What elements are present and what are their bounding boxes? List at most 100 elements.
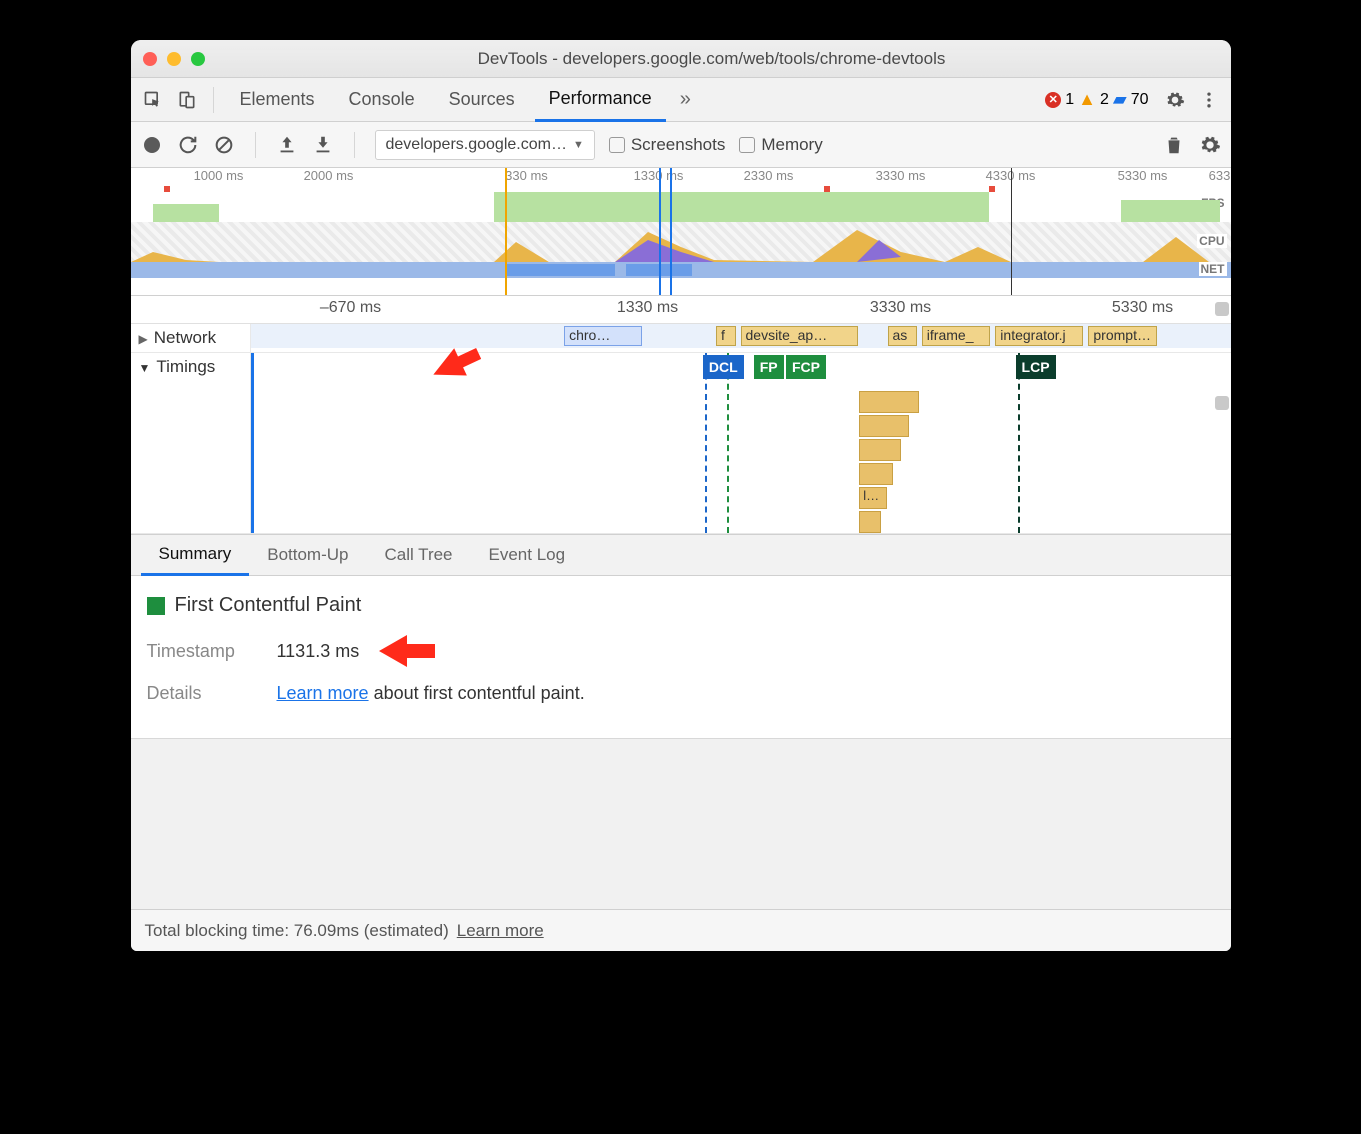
reload-button[interactable] [177,134,199,156]
timing-marker-lcp[interactable]: LCP [1016,355,1056,379]
fps-lane: FPS [131,186,1231,222]
expand-toggle-icon[interactable]: ▶ [139,332,148,346]
scrollbar-thumb[interactable] [1215,302,1229,316]
memory-checkbox[interactable]: Memory [739,135,822,155]
flame-tick: 1330 ms [617,299,678,317]
timings-lane[interactable]: l… DCL FPFCP LCP [251,353,1231,533]
network-row-header[interactable]: ▶ Network [131,324,251,352]
empty-area [131,739,1231,909]
tabs-overflow-button[interactable]: » [672,78,699,122]
zoom-window-button[interactable] [191,52,205,66]
inspect-element-icon[interactable] [139,86,167,114]
flame-tick: 5330 ms [1112,299,1173,317]
warning-icon: ▲ [1078,89,1096,110]
network-request-block[interactable]: f [716,326,736,346]
flame-ruler: –670 ms 1330 ms 3330 ms 5330 ms [131,296,1231,324]
minimize-window-button[interactable] [167,52,181,66]
overview-tick: 633 [1209,168,1231,183]
titlebar: DevTools - developers.google.com/web/too… [131,40,1231,78]
timing-marker-fcp[interactable]: FCP [786,355,826,379]
long-task-block[interactable]: l… [859,487,887,509]
load-profile-icon[interactable] [276,134,298,156]
timestamp-value: 1131.3 ms [277,641,360,662]
performance-toolbar: developers.google.com… ▼ Screenshots Mem… [131,122,1231,168]
footer-learn-more-link[interactable]: Learn more [457,921,544,941]
scrollbar-thumb[interactable] [1215,396,1229,410]
network-row-label: Network [154,328,216,348]
overview-tick: 1000 ms [194,168,244,183]
traffic-lights [143,52,205,66]
tab-bottom-up[interactable]: Bottom-Up [249,534,366,576]
tab-summary[interactable]: Summary [141,534,250,576]
network-request-block[interactable]: prompt … [1088,326,1157,346]
error-icon: ✕ [1045,92,1061,108]
network-request-block[interactable]: as [888,326,917,346]
separator [354,132,355,158]
message-count: 70 [1131,91,1149,109]
overview-tick: 2000 ms [304,168,354,183]
timings-row: ▼ Timings l… DCL FPFCP LCP [131,353,1231,534]
overview-tick: 330 ms [505,168,548,183]
flame-tick: –670 ms [320,299,381,317]
annotation-arrow-icon [431,344,481,384]
tab-event-log[interactable]: Event Log [471,534,584,576]
network-request-block[interactable]: iframe_ [922,326,991,346]
network-request-block[interactable]: devsite_ap… [741,326,859,346]
device-toolbar-icon[interactable] [173,86,201,114]
recording-selector-label: developers.google.com… [386,136,567,154]
timings-row-header[interactable]: ▼ Timings [131,353,251,533]
overview-tick: 2330 ms [744,168,794,183]
overview-ruler: 1000 ms2000 ms330 ms1330 ms2330 ms3330 m… [131,168,1231,186]
event-color-swatch [147,597,165,615]
network-row: ▶ Network chro… fdevsite_ap… asiframe_inte… [131,324,1231,353]
save-profile-icon[interactable] [312,134,334,156]
timestamp-label: Timestamp [147,641,257,662]
devtools-window: DevTools - developers.google.com/web/too… [131,40,1231,951]
net-label: NET [1199,262,1227,276]
collect-garbage-icon[interactable] [1163,134,1185,156]
summary-panel: First Contentful Paint Timestamp 1131.3 … [131,576,1231,739]
overview-tick: 5330 ms [1118,168,1168,183]
window-title: DevTools - developers.google.com/web/too… [205,49,1219,69]
overview-tick: 3330 ms [876,168,926,183]
settings-gear-icon[interactable] [1161,86,1189,114]
network-request-block[interactable]: integrator.j [995,326,1083,346]
record-button[interactable] [141,134,163,156]
network-lane[interactable]: chro… fdevsite_ap… asiframe_integrator.jpr… [251,324,1231,348]
status-counters[interactable]: ✕1 ▲2 ▰70 [1045,89,1148,110]
blocking-time-text: Total blocking time: 76.09ms (estimated) [145,921,449,941]
message-icon: ▰ [1113,89,1127,110]
event-title: First Contentful Paint [175,594,362,617]
details-text: Learn more about first contentful paint. [277,683,585,704]
clear-button[interactable] [213,134,235,156]
timings-row-label: Timings [156,357,215,377]
flame-tick: 3330 ms [870,299,931,317]
timing-marker-dcl[interactable]: DCL [703,355,744,379]
tab-sources[interactable]: Sources [435,78,529,122]
annotation-arrow-icon [379,633,435,669]
more-vert-icon[interactable] [1195,86,1223,114]
tab-call-tree[interactable]: Call Tree [366,534,470,576]
timeline-overview[interactable]: 1000 ms2000 ms330 ms1330 ms2330 ms3330 m… [131,168,1231,296]
flame-chart[interactable]: –670 ms 1330 ms 3330 ms 5330 ms ▶ Network c… [131,296,1231,534]
capture-settings-gear-icon[interactable] [1199,134,1221,156]
details-label: Details [147,683,257,704]
network-request-block[interactable]: chro… [564,326,642,346]
cpu-lane: CPU [131,222,1231,262]
chevron-down-icon: ▼ [573,139,584,151]
tab-performance[interactable]: Performance [535,78,666,122]
tab-console[interactable]: Console [335,78,429,122]
footer-bar: Total blocking time: 76.09ms (estimated)… [131,909,1231,951]
net-lane: NET [131,262,1231,278]
collapse-toggle-icon[interactable]: ▼ [139,361,151,375]
learn-more-link[interactable]: Learn more [277,683,369,703]
separator [213,87,214,113]
main-tabbar: Elements Console Sources Performance » ✕… [131,78,1231,122]
details-tabbar: Summary Bottom-Up Call Tree Event Log [131,534,1231,576]
timing-marker-fp[interactable]: FP [754,355,784,379]
tab-elements[interactable]: Elements [226,78,329,122]
screenshots-checkbox[interactable]: Screenshots [609,135,726,155]
warning-count: 2 [1100,91,1109,109]
recording-selector-dropdown[interactable]: developers.google.com… ▼ [375,130,595,160]
close-window-button[interactable] [143,52,157,66]
